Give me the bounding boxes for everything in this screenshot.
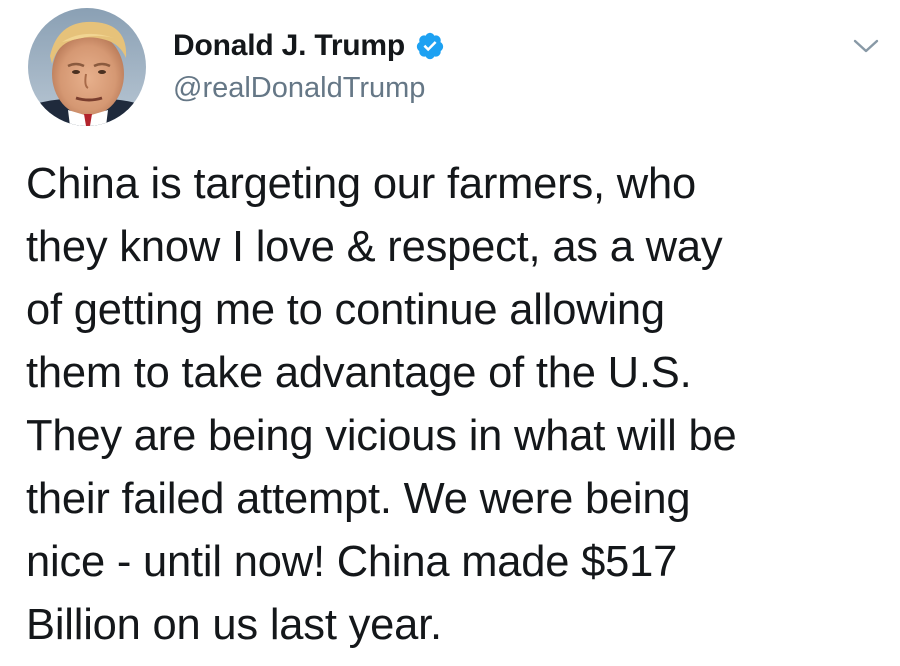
avatar-image [28,8,146,126]
avatar[interactable] [28,8,146,126]
tweet-card: Donald J. Trump @realDonaldTrump China i… [0,0,900,666]
display-name-row: Donald J. Trump [173,28,445,64]
verified-badge-icon [415,31,445,61]
chevron-down-icon[interactable] [848,28,884,64]
author-handle[interactable]: @realDonaldTrump [173,72,445,105]
tweet-text: China is targeting our farmers, who they… [26,160,737,649]
display-name[interactable]: Donald J. Trump [173,29,405,63]
tweet-header: Donald J. Trump @realDonaldTrump [28,8,879,128]
author-names: Donald J. Trump @realDonaldTrump [173,28,445,105]
